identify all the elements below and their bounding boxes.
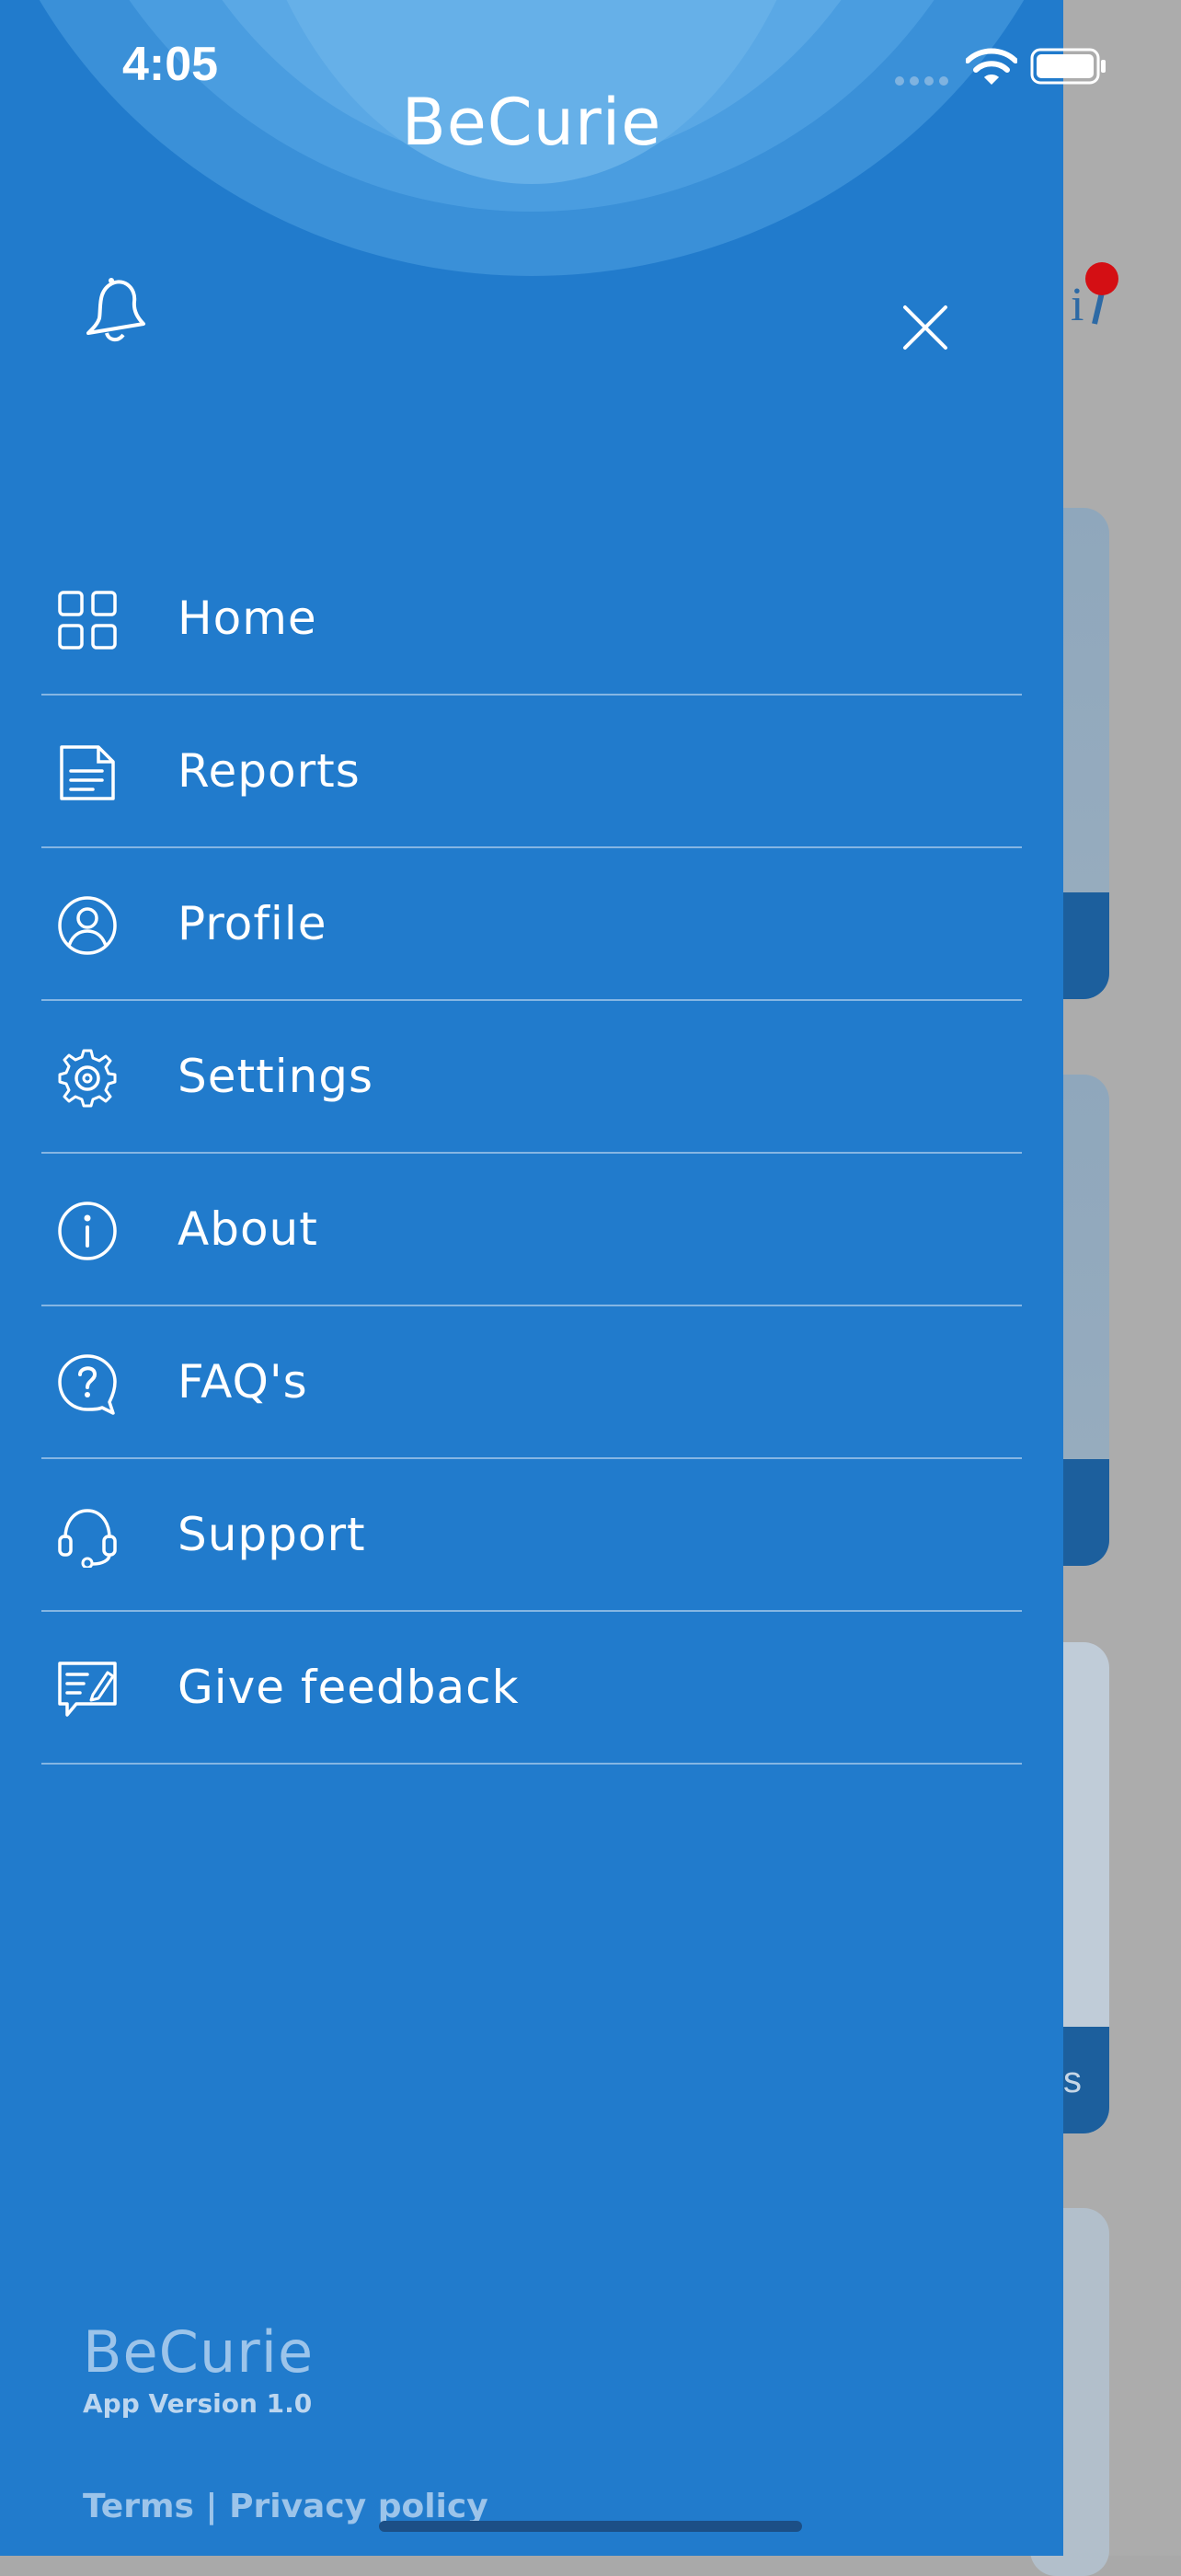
feedback-icon — [58, 1662, 117, 1717]
bell-icon[interactable] — [81, 274, 149, 344]
menu-label: Settings — [178, 1050, 374, 1103]
navigation-drawer: BeCurie Home Reports Profile Settings Ab… — [0, 0, 1063, 2556]
menu-item-about[interactable]: About — [41, 1154, 1022, 1306]
menu-item-support[interactable]: Support — [41, 1459, 1022, 1612]
info-icon — [58, 1202, 117, 1260]
user-circle-icon — [58, 896, 117, 955]
menu-item-reports[interactable]: Reports — [41, 696, 1022, 848]
card-label: s — [1063, 2060, 1082, 2100]
battery-icon — [1030, 48, 1106, 85]
document-icon — [60, 745, 115, 800]
cellular-signal-icon — [895, 76, 948, 86]
menu-item-profile[interactable]: Profile — [41, 848, 1022, 1001]
svg-text:i: i — [1071, 279, 1084, 329]
close-icon[interactable] — [901, 304, 949, 351]
menu-item-settings[interactable]: Settings — [41, 1001, 1022, 1154]
home-indicator — [379, 2521, 802, 2532]
menu-label: FAQ's — [178, 1355, 308, 1409]
menu-item-give-feedback[interactable]: Give feedback — [41, 1612, 1022, 1765]
menu-item-home[interactable]: Home — [41, 543, 1022, 696]
menu-label: Profile — [178, 897, 327, 950]
question-bubble-icon — [58, 1354, 117, 1415]
gear-icon — [58, 1049, 117, 1108]
status-time: 4:05 — [122, 38, 219, 91]
menu-label: Home — [178, 592, 317, 645]
app-version: App Version 1.0 — [83, 2388, 313, 2419]
headset-icon — [58, 1509, 117, 1568]
menu-label: Give feedback — [178, 1661, 520, 1714]
menu-label: Support — [178, 1508, 366, 1561]
footer-brand: BeCurie — [83, 2318, 315, 2386]
terms-link[interactable]: Terms — [83, 2488, 194, 2525]
menu-label: About — [178, 1202, 318, 1256]
drawer-menu: Home Reports Profile Settings About FAQ'… — [41, 543, 1022, 1765]
notification-dot — [1085, 262, 1118, 295]
status-bar: 4:05 — [0, 0, 1181, 138]
wifi-icon — [966, 48, 1017, 85]
privacy-policy-link[interactable]: Privacy policy — [229, 2488, 488, 2525]
footer-links: Terms | Privacy policy — [83, 2488, 488, 2525]
grid-icon — [58, 591, 117, 650]
link-separator: | — [193, 2488, 230, 2525]
menu-item-faqs[interactable]: FAQ's — [41, 1306, 1022, 1459]
menu-label: Reports — [178, 744, 361, 798]
